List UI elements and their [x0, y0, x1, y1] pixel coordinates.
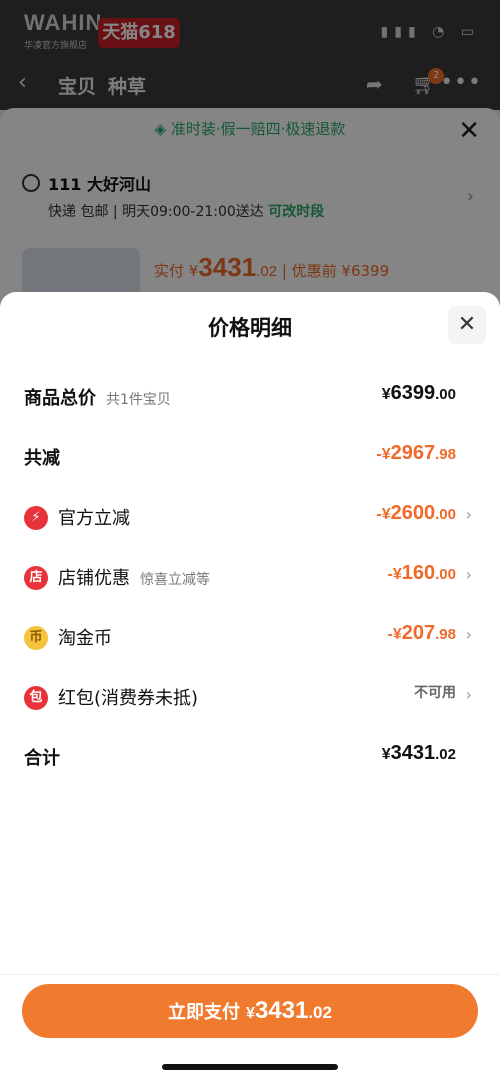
chevron-right-icon: ›: [465, 505, 472, 524]
row-item-total: 商品总价 共1件宝贝 ¥6399.00: [0, 376, 500, 416]
coin-icon: 币: [24, 626, 48, 650]
row-red-packet[interactable]: 包 红包(消费券未抵) 不可用 ›: [0, 676, 500, 716]
chevron-right-icon: ›: [465, 685, 472, 704]
row-label: 红包(消费券未抵): [58, 688, 199, 709]
row-label: 共减: [24, 448, 60, 469]
chevron-right-icon: ›: [465, 565, 472, 584]
row-taojinbi[interactable]: 币 淘金币 -¥207.98 ›: [0, 616, 500, 656]
row-label: 官方立减: [58, 508, 130, 529]
red-packet-icon: 包: [24, 686, 48, 710]
row-label: 店铺优惠 惊喜立减等: [58, 568, 210, 589]
lightning-icon: ⚡: [24, 506, 48, 530]
pay-now-button[interactable]: 立即支付 ¥3431.02: [22, 984, 478, 1038]
home-indicator: [162, 1064, 338, 1070]
row-value: ¥6399.00: [381, 382, 456, 404]
shop-icon: 店: [24, 566, 48, 590]
row-label: 商品总价 共1件宝贝: [24, 388, 171, 409]
chevron-right-icon: ›: [465, 625, 472, 644]
row-status: 不可用: [414, 685, 456, 701]
row-shop-discount[interactable]: 店 店铺优惠 惊喜立减等 -¥160.00 ›: [0, 556, 500, 596]
close-icon[interactable]: ✕: [448, 306, 486, 344]
row-value: -¥2967.98: [376, 442, 456, 464]
row-value: -¥207.98: [387, 622, 456, 644]
row-grand-total: 合计 ¥3431.02: [0, 736, 500, 776]
row-label: 合计: [24, 748, 60, 769]
row-value: -¥160.00: [387, 562, 456, 584]
row-total-discount: 共减 -¥2967.98: [0, 436, 500, 476]
row-value: -¥2600.00: [376, 502, 456, 524]
sheet-title: 价格明细: [208, 316, 292, 340]
footer-divider: [0, 974, 500, 975]
price-detail-sheet: 价格明细 ✕ 商品总价 共1件宝贝 ¥6399.00 共减 -¥2967.98 ⚡…: [0, 292, 500, 1081]
row-official-discount[interactable]: ⚡ 官方立减 -¥2600.00 ›: [0, 496, 500, 536]
row-label: 淘金币: [58, 628, 112, 649]
row-value: ¥3431.02: [381, 742, 456, 764]
